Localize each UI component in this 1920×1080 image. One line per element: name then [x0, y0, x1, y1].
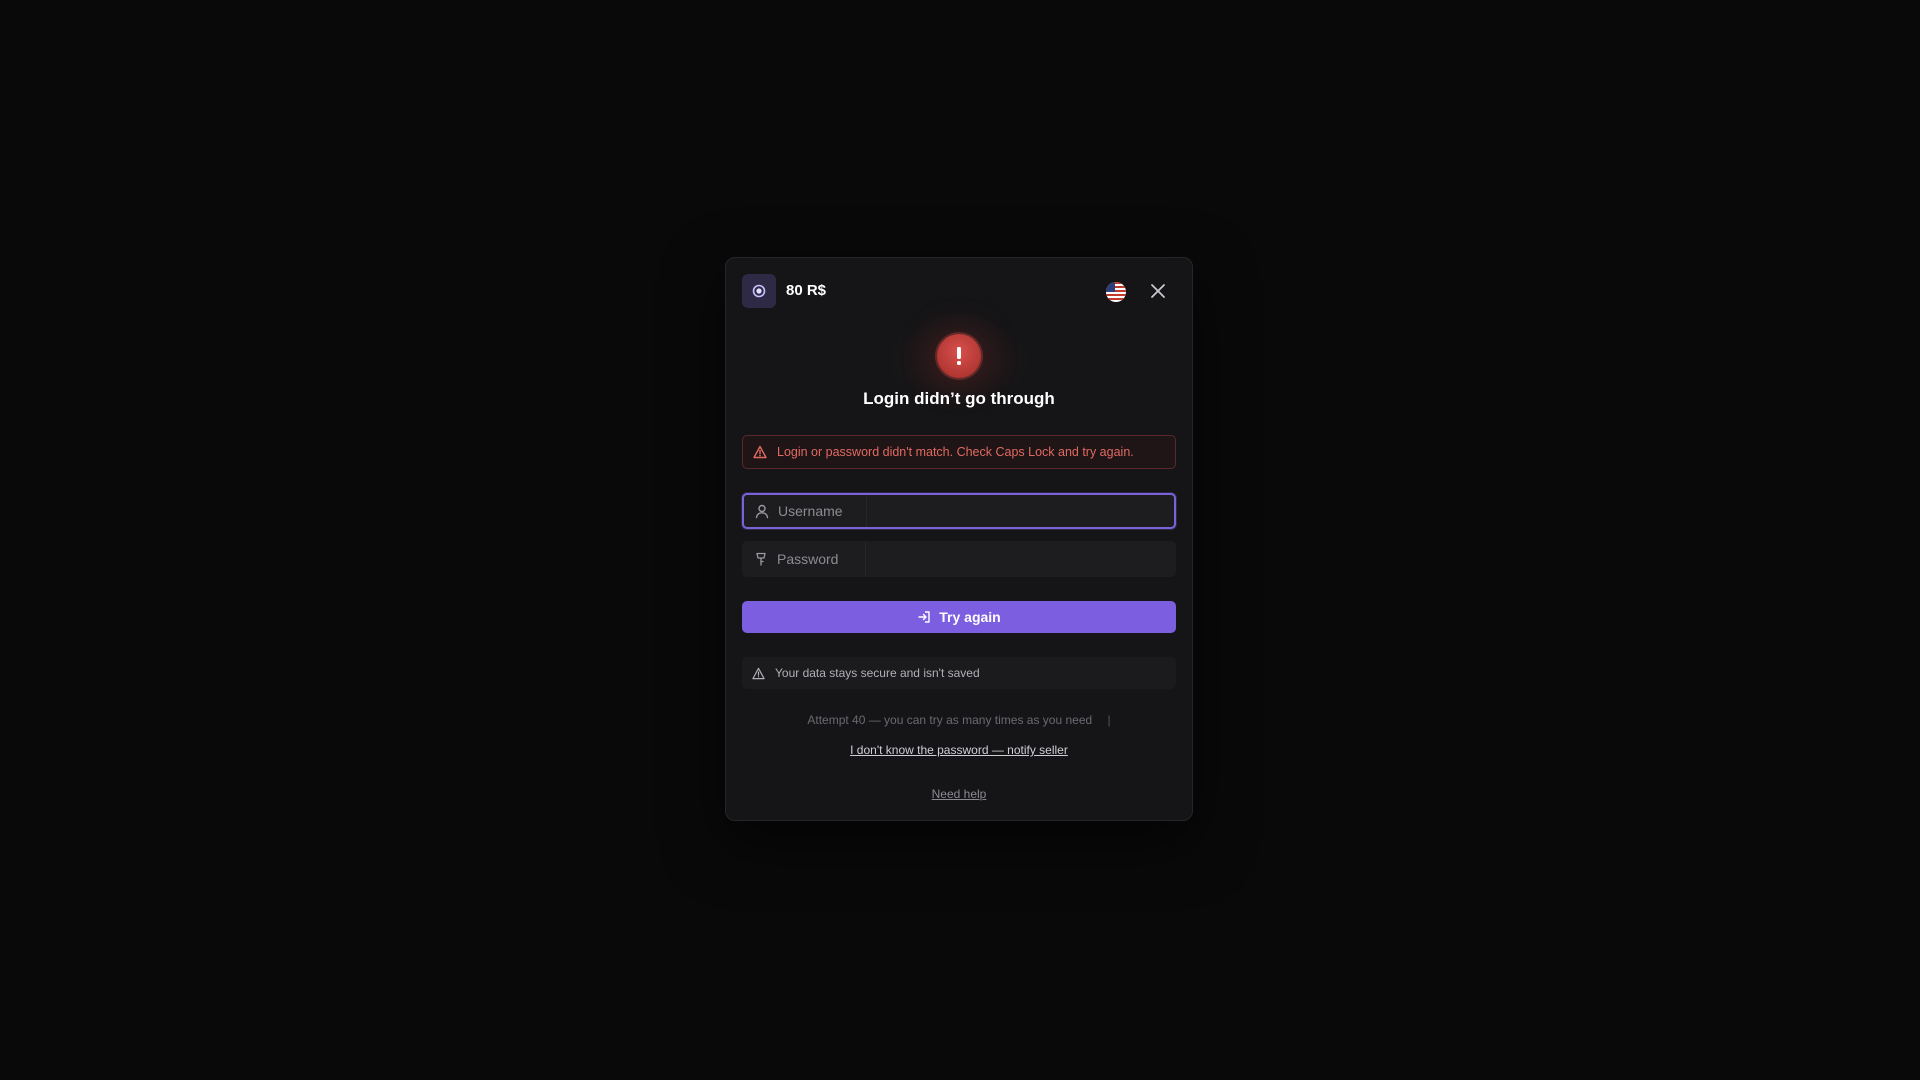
status-title: Login didn’t go through [863, 389, 1055, 408]
warning-triangle-icon [753, 445, 767, 459]
error-message-text: Login or password didn't match. Check Ca… [777, 445, 1134, 459]
username-input[interactable] [868, 495, 1174, 527]
field-divider [866, 495, 867, 527]
attempt-counter: Attempt 40 — you can try as many times a… [726, 713, 1192, 727]
notify-seller-link[interactable]: I don't know the password — notify selle… [850, 743, 1068, 757]
exclamation-icon [937, 334, 981, 378]
try-again-button[interactable]: Try again [742, 601, 1176, 633]
key-icon [753, 551, 769, 567]
notify-seller-row: I don't know the password — notify selle… [726, 743, 1192, 757]
us-flag-icon[interactable] [1106, 282, 1126, 302]
username-field[interactable]: Username [742, 493, 1176, 529]
balance-label: 80 R$ [786, 282, 827, 299]
login-modal: 80 R$ Login didn’t go through Login or p… [725, 257, 1193, 821]
login-arrow-icon [917, 610, 931, 624]
attempt-separator: | [1107, 713, 1111, 727]
security-text: Your data stays secure and isn't saved [775, 666, 980, 680]
try-again-label: Try again [939, 609, 1001, 625]
close-icon [1151, 284, 1165, 298]
user-icon [754, 503, 770, 519]
error-message-box: Login or password didn't match. Check Ca… [742, 435, 1176, 469]
modal-header: 80 R$ [742, 274, 1176, 310]
security-notice: Your data stays secure and isn't saved [742, 657, 1176, 689]
close-button[interactable] [1146, 279, 1170, 303]
warning-triangle-icon [752, 667, 765, 680]
password-label: Password [777, 551, 839, 567]
username-label: Username [778, 503, 843, 519]
field-divider [865, 542, 866, 576]
password-input[interactable] [867, 542, 1175, 576]
coin-icon [742, 274, 776, 308]
help-row: Need help [726, 787, 1192, 801]
attempt-text: Attempt 40 — you can try as many times a… [807, 713, 1093, 727]
password-field[interactable]: Password [742, 541, 1176, 577]
need-help-link[interactable]: Need help [932, 787, 987, 801]
